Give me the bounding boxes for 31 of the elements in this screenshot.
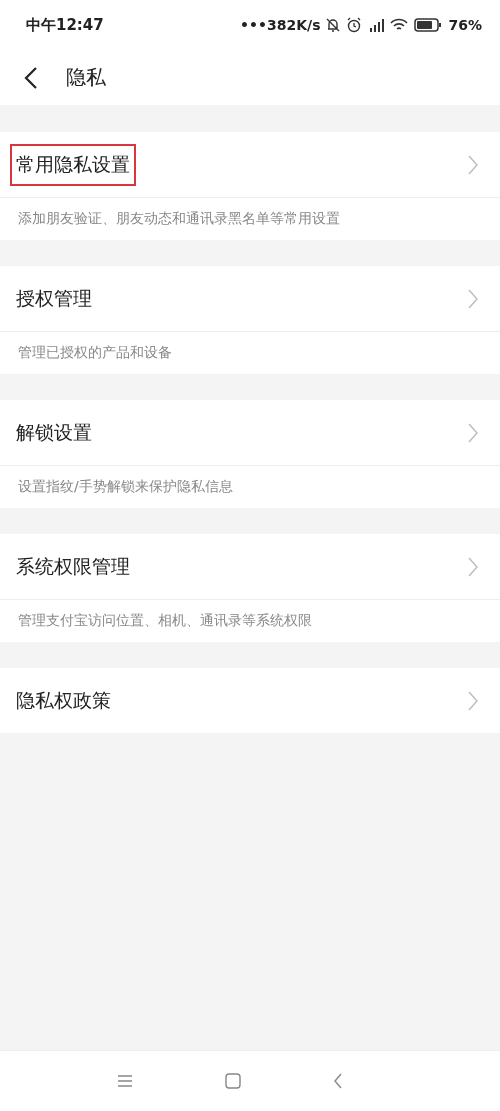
chevron-icon (468, 154, 478, 175)
setting-title: 隐私权政策 (15, 687, 112, 713)
battery-icon (414, 18, 443, 32)
chevron-icon (468, 288, 478, 309)
page-title: 隐私 (66, 64, 106, 91)
setting-description: 管理支付宝访问位置、相机、通讯录等系统权限 (17, 611, 313, 630)
setting-description: 添加朋友验证、朋友动态和通讯录黑名单等常用设置 (17, 209, 341, 228)
chevron-icon (468, 690, 478, 711)
signal-icon (368, 17, 385, 33)
settings-card[interactable]: 系统权限管理 管理支付宝访问位置、相机、通讯录等系统权限 (0, 534, 500, 642)
menu-icon[interactable] (117, 1074, 133, 1088)
muted-bell-icon (326, 17, 341, 33)
settings-card[interactable]: 常用隐私设置 添加朋友验证、朋友动态和通讯录黑名单等常用设置 (0, 132, 500, 240)
back-icon[interactable] (24, 65, 38, 90)
home-icon[interactable] (225, 1073, 241, 1089)
settings-card[interactable]: 授权管理 管理已授权的产品和设备 (0, 266, 500, 374)
setting-title: 系统权限管理 (15, 553, 131, 579)
status-time: 中午12:47 (26, 15, 104, 35)
setting-description: 设置指纹/手势解锁来保护隐私信息 (17, 477, 234, 496)
battery-percent: 76% (448, 17, 482, 33)
chevron-icon (468, 556, 478, 577)
setting-title: 常用隐私设置 (10, 143, 136, 186)
setting-title: 解锁设置 (15, 419, 93, 445)
setting-description: 管理已授权的产品和设备 (17, 343, 173, 362)
settings-card[interactable]: 解锁设置 设置指纹/手势解锁来保护隐私信息 (0, 400, 500, 508)
alarm-icon (346, 17, 363, 33)
network-speed: •••382K/s (240, 17, 321, 33)
chevron-icon (468, 422, 478, 443)
settings-card[interactable]: 隐私权政策 (0, 668, 500, 733)
setting-title: 授权管理 (15, 285, 93, 311)
wifi-icon (390, 18, 409, 32)
